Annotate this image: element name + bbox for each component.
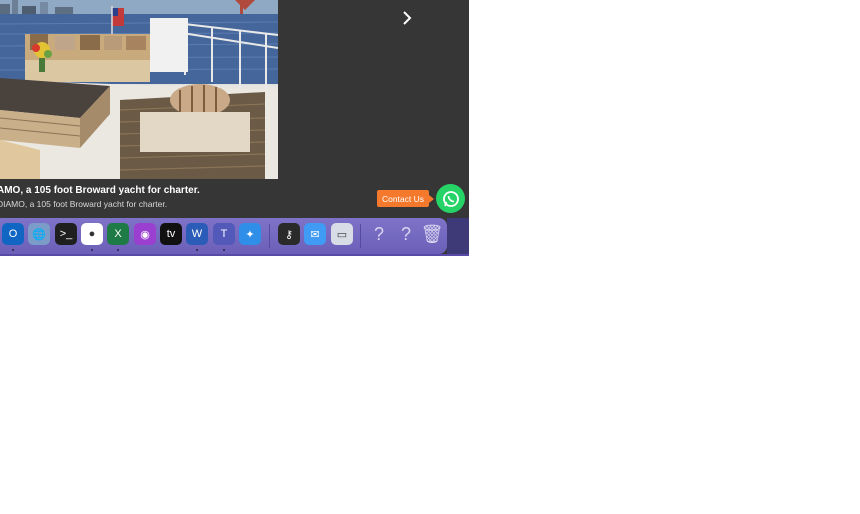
- dock-icon-excel[interactable]: X: [107, 223, 129, 245]
- dock-icon-unknown-app-2[interactable]: ?: [395, 223, 417, 245]
- browser-viewport: AMO, a 105 foot Broward yacht for charte…: [0, 0, 469, 256]
- dock-running-indicator: [12, 249, 14, 251]
- caption-title: AMO, a 105 foot Broward yacht for charte…: [0, 185, 200, 196]
- dock-icon-apple-tv[interactable]: tv: [160, 223, 182, 245]
- dock-icon-network-utility[interactable]: 🌐: [28, 223, 50, 245]
- dock-running-indicator: [196, 249, 198, 251]
- dock-icon-safari[interactable]: ✦: [239, 223, 261, 245]
- dock-icon-keychain[interactable]: ⚷: [278, 223, 300, 245]
- dock-icon-unknown-app-1[interactable]: ?: [368, 223, 390, 245]
- dock-bottom-strip: [0, 254, 469, 256]
- dock-icon-podcasts[interactable]: ◉: [134, 223, 156, 245]
- dock-running-indicator: [91, 249, 93, 251]
- whatsapp-icon: [442, 190, 459, 207]
- dock-icon-preview[interactable]: ▭: [331, 223, 353, 245]
- yacht-deck-photo[interactable]: [0, 0, 278, 179]
- gallery-next-button[interactable]: [398, 8, 416, 28]
- dock-running-indicator: [223, 249, 225, 251]
- dock-icon-chrome[interactable]: ●: [81, 223, 103, 245]
- dock-icon-mail[interactable]: ✉: [304, 223, 326, 245]
- whatsapp-button[interactable]: [436, 184, 465, 213]
- dock-icon-outlook[interactable]: O: [2, 223, 24, 245]
- dock-right-edge: [447, 218, 469, 254]
- yacht-deck-illustration: [0, 0, 278, 179]
- dock-icon-terminal[interactable]: >_: [55, 223, 77, 245]
- dock-separator: [269, 224, 270, 248]
- chevron-right-icon: [403, 11, 412, 25]
- dock-running-indicator: [117, 249, 119, 251]
- caption-subtitle: DIAMO, a 105 foot Broward yacht for char…: [0, 199, 168, 209]
- contact-us-button[interactable]: Contact Us: [377, 190, 434, 207]
- dock-icon-trash[interactable]: 🗑: [421, 223, 444, 245]
- dock-icon-word[interactable]: W: [186, 223, 208, 245]
- dock-separator: [360, 224, 361, 248]
- dock-icon-teams[interactable]: T: [213, 223, 235, 245]
